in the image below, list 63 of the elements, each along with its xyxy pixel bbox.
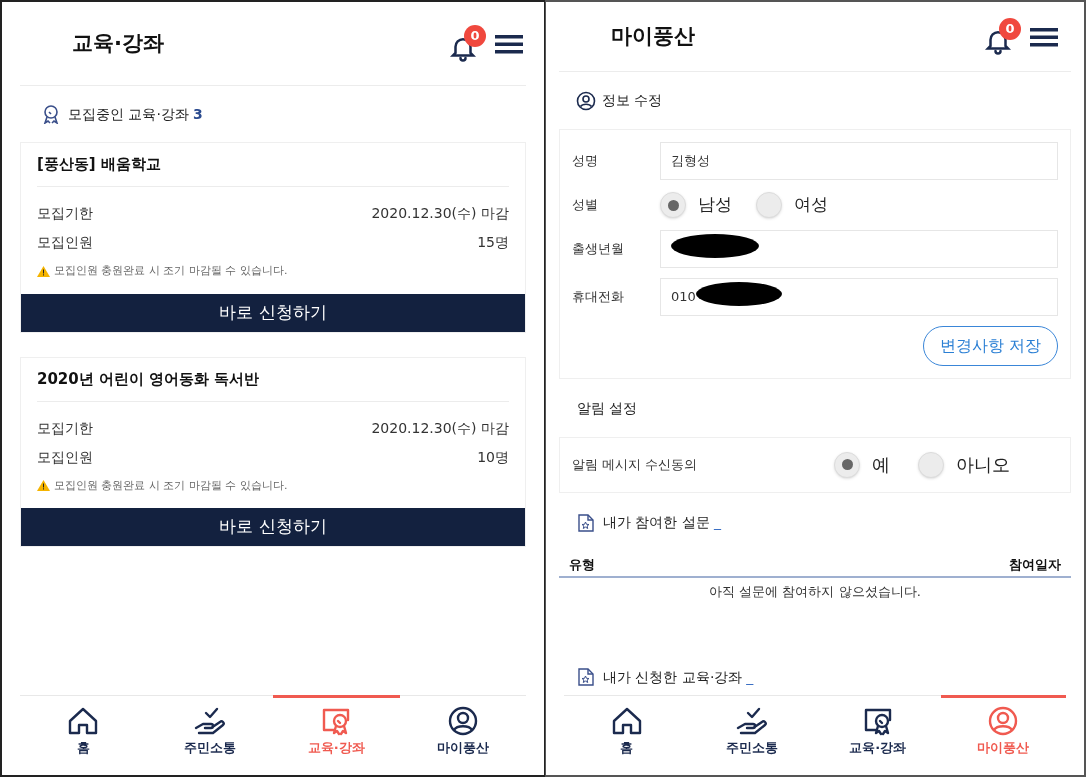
radio-label: 예: [872, 453, 890, 478]
notice-text: 모집인원 충원완료 시 조기 마감될 수 있습니다.: [54, 263, 288, 279]
document-star-icon: [577, 513, 595, 532]
section-heading: 내가 신청한 교육·강좌: [603, 667, 743, 687]
nav-tab[interactable]: 홈: [20, 695, 147, 775]
radio-button[interactable]: [756, 192, 782, 218]
section-heading: 내가 참여한 설문: [603, 513, 710, 533]
nav-tab[interactable]: 교육·강좌: [815, 695, 941, 775]
warning-icon: [37, 265, 50, 277]
course-title: 2020년 어린이 영어동화 독서반: [37, 368, 260, 390]
radio-label: 남성: [698, 193, 732, 217]
field-label: 알림 메시지 수신동의: [572, 456, 699, 475]
field-label: 휴대전화: [572, 288, 625, 307]
notification-button[interactable]: 0: [448, 24, 486, 63]
detail-value: 15명: [477, 233, 509, 252]
nav-tab[interactable]: 마이풍산: [399, 695, 526, 775]
menu-icon[interactable]: [1029, 25, 1059, 48]
document-star-icon: [577, 668, 595, 686]
detail-value: 2020.12.30(수) 마감: [371, 418, 509, 438]
heading-underscore: _: [746, 667, 754, 687]
user-circle-icon: [576, 90, 596, 111]
input-field[interactable]: 김형성: [660, 142, 1058, 180]
field-label: 출생년월: [572, 240, 625, 259]
notice-text: 모집인원 충원완료 시 조기 마감될 수 있습니다.: [54, 477, 288, 494]
input-field[interactable]: 010: [660, 278, 1058, 316]
warning-icon: [37, 480, 50, 492]
ribbon-icon: [42, 104, 60, 124]
notification-badge: 0: [464, 24, 486, 47]
field-label: 성별: [572, 196, 599, 215]
detail-label: 모집인원: [37, 233, 93, 252]
empty-message: 아직 설문에 참여하지 않으셨습니다.: [709, 582, 921, 601]
nav-tab[interactable]: 주민소통: [689, 695, 815, 775]
radio-label: 여성: [794, 193, 828, 217]
detail-label: 모집기한: [37, 204, 93, 223]
radio-button[interactable]: [834, 451, 860, 478]
radio-button[interactable]: [918, 451, 944, 478]
hand-check-icon: [735, 706, 770, 736]
detail-value: 10명: [477, 447, 509, 467]
detail-label: 모집기한: [37, 418, 93, 438]
apply-button[interactable]: 바로 신청하기: [21, 508, 525, 546]
section-heading: 모집중인 교육·강좌: [68, 104, 189, 124]
apply-button[interactable]: 바로 신청하기: [21, 293, 525, 332]
page-title: 마이풍산: [611, 22, 695, 50]
field-label: 성명: [572, 152, 599, 171]
nav-tab[interactable]: 주민소통: [146, 695, 273, 775]
column-header: 참여일자: [1009, 555, 1061, 574]
column-header: 유형: [569, 555, 595, 574]
radio-button[interactable]: [660, 192, 686, 218]
heading-underscore: _: [713, 513, 721, 533]
notification-button[interactable]: 0: [983, 17, 1021, 56]
hand-check-icon: [192, 706, 227, 736]
section-heading: 정보 수정: [602, 91, 663, 110]
section-heading: 알림 설정: [577, 398, 638, 418]
notification-badge: 0: [999, 17, 1021, 40]
detail-label: 모집인원: [37, 447, 93, 467]
course-count: 3: [192, 104, 203, 124]
menu-icon[interactable]: [494, 32, 524, 55]
nav-tab[interactable]: 홈: [564, 695, 690, 775]
radio-label: 아니오: [956, 453, 1010, 478]
page-title: 교육·강좌: [72, 29, 164, 57]
input-field[interactable]: [660, 230, 1058, 268]
detail-value: 2020.12.30(수) 마감: [371, 204, 509, 223]
course-title: [풍산동] 배움학교: [37, 154, 161, 176]
